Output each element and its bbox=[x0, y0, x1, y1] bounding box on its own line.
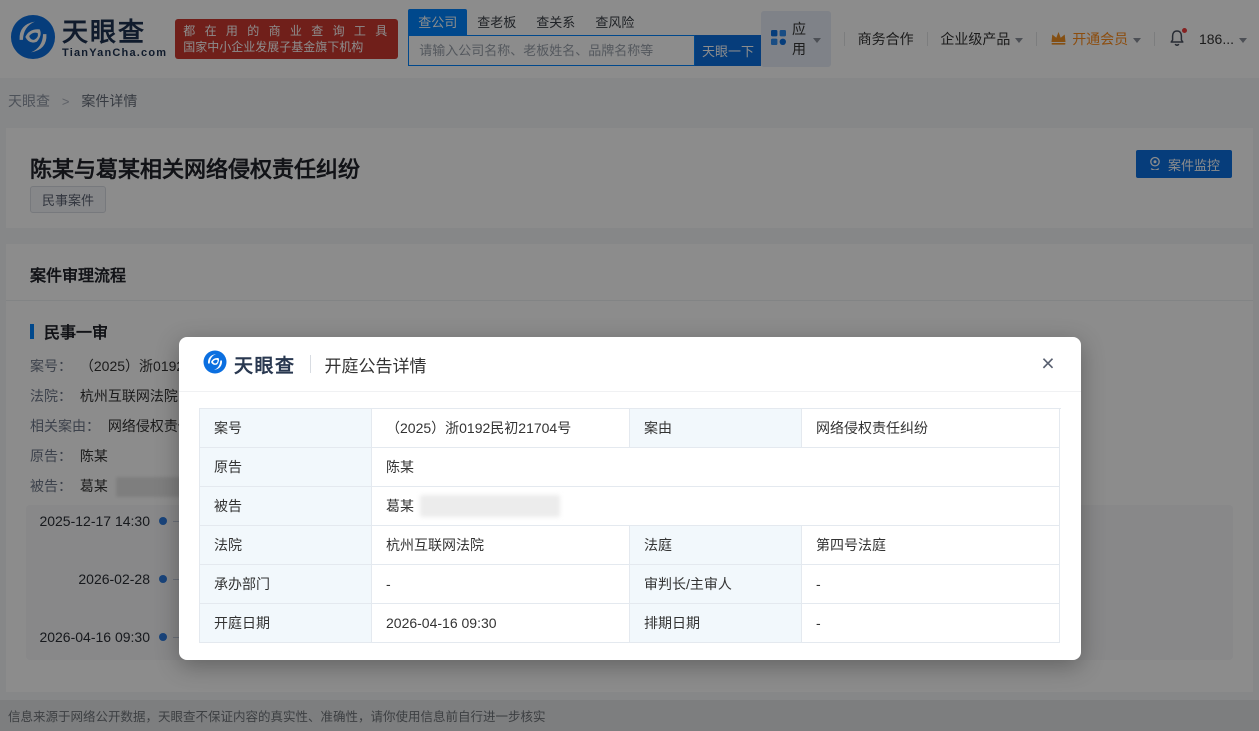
defendant-name: 葛某 bbox=[386, 498, 414, 514]
table-label: 案由 bbox=[630, 409, 802, 448]
table-value: 杭州互联网法院 bbox=[372, 526, 630, 565]
modal-body: 案号 （2025）浙0192民初21704号 案由 网络侵权责任纠纷 原告 陈某… bbox=[179, 392, 1081, 660]
table-label: 法院 bbox=[200, 526, 372, 565]
table-label: 法庭 bbox=[630, 526, 802, 565]
table-value: 网络侵权责任纠纷 bbox=[802, 409, 1060, 448]
table-label: 承办部门 bbox=[200, 565, 372, 604]
table-value: 陈某 bbox=[372, 448, 1060, 487]
table-label: 原告 bbox=[200, 448, 372, 487]
modal-header: 天眼查 开庭公告详情 × bbox=[179, 337, 1081, 392]
table-label: 开庭日期 bbox=[200, 604, 372, 643]
table-value: （2025）浙0192民初21704号 bbox=[372, 409, 630, 448]
table-label: 排期日期 bbox=[630, 604, 802, 643]
table-label: 被告 bbox=[200, 487, 372, 526]
table-value: 第四号法庭 bbox=[802, 526, 1060, 565]
hearing-announcement-modal: 天眼查 开庭公告详情 × 案号 （2025）浙0192民初21704号 案由 网… bbox=[179, 337, 1081, 660]
table-value: - bbox=[802, 604, 1060, 643]
table-label: 审判长/主审人 bbox=[630, 565, 802, 604]
hearing-detail-table: 案号 （2025）浙0192民初21704号 案由 网络侵权责任纠纷 原告 陈某… bbox=[199, 408, 1061, 643]
table-value: 2026-04-16 09:30 bbox=[372, 604, 630, 643]
table-value: - bbox=[372, 565, 630, 604]
redacted-name-blur bbox=[420, 495, 560, 517]
table-value: 葛某 bbox=[372, 487, 1060, 526]
modal-logo-wordmark: 天眼查 bbox=[234, 355, 296, 377]
table-value: - bbox=[802, 565, 1060, 604]
tianyancha-logo-icon bbox=[203, 350, 227, 379]
modal-title: 开庭公告详情 bbox=[324, 356, 427, 376]
close-icon[interactable]: × bbox=[1033, 349, 1063, 379]
modal-divider bbox=[309, 355, 311, 373]
table-label: 案号 bbox=[200, 409, 372, 448]
